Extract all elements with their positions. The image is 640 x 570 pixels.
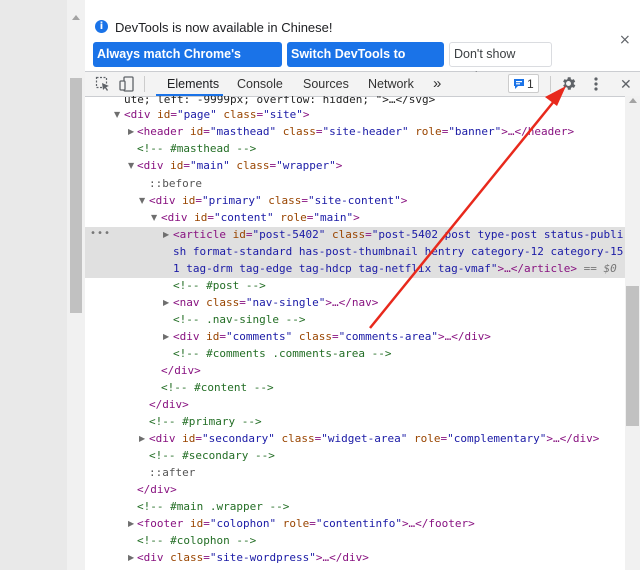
collapsed-triangle-icon[interactable]: ▶ <box>163 298 169 307</box>
language-infobar: i DevTools is now available in Chinese! … <box>85 0 640 86</box>
elements-scrollbar-thumb[interactable] <box>626 286 639 426</box>
toolbar-separator <box>550 76 551 92</box>
inspect-element-icon[interactable] <box>95 76 111 92</box>
collapsed-triangle-icon[interactable]: ▶ <box>163 332 169 341</box>
tree-line[interactable]: <nav class="nav-single">…</nav> <box>173 294 378 311</box>
infobar-close-icon[interactable]: × <box>619 32 631 48</box>
tree-comment[interactable]: <!-- #content --> <box>161 379 274 396</box>
switch-to-chinese-button[interactable]: Switch DevTools to Chinese <box>287 42 444 86</box>
page-gutter <box>0 0 85 570</box>
issues-count: 1 <box>527 77 534 91</box>
more-tabs-icon[interactable]: » <box>433 75 441 92</box>
tab-sources[interactable]: Sources <box>303 77 349 91</box>
gear-icon[interactable] <box>560 75 577 92</box>
tab-network[interactable]: Network <box>368 77 414 91</box>
tree-comment[interactable]: <!-- #primary --> <box>149 413 262 430</box>
tree-line[interactable]: <header id="masthead" class="site-header… <box>137 123 574 140</box>
elements-scrollbar[interactable] <box>625 96 640 570</box>
page-background <box>0 0 67 570</box>
tab-elements[interactable]: Elements <box>167 77 219 91</box>
elements-tree: ••• ute; left: -9999px; overflow: hidden… <box>85 96 625 570</box>
more-options-icon[interactable] <box>590 76 602 92</box>
tree-line[interactable]: <div id="primary" class="site-content"> <box>149 192 407 209</box>
collapsed-triangle-icon[interactable]: ▶ <box>128 127 134 136</box>
device-toolbar-icon[interactable] <box>119 76 135 92</box>
tree-line[interactable]: <footer id="colophon" role="contentinfo"… <box>137 515 475 532</box>
tree-line[interactable]: <div class="site-wordpress">…</div> <box>137 549 369 566</box>
tree-line[interactable]: <div id="main" class="wrapper"> <box>137 157 342 174</box>
expanded-triangle-icon[interactable]: ▼ <box>139 196 145 205</box>
page-scrollbar-thumb[interactable] <box>70 78 82 313</box>
collapsed-triangle-icon[interactable]: ▶ <box>163 230 169 239</box>
collapsed-triangle-icon[interactable]: ▶ <box>128 519 134 528</box>
devtools-close-icon[interactable]: ✕ <box>620 76 632 93</box>
tree-comment[interactable]: <!-- #comments .comments-area --> <box>173 345 392 362</box>
scroll-up-arrow-icon[interactable] <box>629 98 637 103</box>
scroll-up-arrow-icon[interactable] <box>72 15 80 20</box>
selected-article-node[interactable]: <article id="post-5402" class="post-5402… <box>173 226 623 243</box>
expanded-triangle-icon[interactable]: ▼ <box>128 161 134 170</box>
devtools-panel: i DevTools is now available in Chinese! … <box>85 0 640 570</box>
expanded-triangle-icon[interactable]: ▼ <box>114 110 120 119</box>
collapsed-triangle-icon[interactable]: ▶ <box>139 434 145 443</box>
issues-icon <box>514 79 524 89</box>
article-class-continuation[interactable]: sh format-standard has-post-thumbnail he… <box>173 243 623 260</box>
tree-closing-tag[interactable]: </div> <box>149 396 189 413</box>
devtools-toolbar: Elements Console Sources Network » 1 ✕ <box>85 72 640 97</box>
issues-badge[interactable]: 1 <box>508 74 539 93</box>
tree-closing-tag[interactable]: </div> <box>137 481 177 498</box>
infobar-message: DevTools is now available in Chinese! <box>115 20 333 35</box>
tree-line[interactable]: <div id="content" role="main"> <box>161 209 360 226</box>
tree-closing-tag[interactable]: </div> <box>161 362 201 379</box>
pseudo-element-after[interactable]: ::after <box>149 464 195 481</box>
article-class-continuation[interactable]: 1 tag-drm tag-edge tag-hdcp tag-netflix … <box>173 260 617 277</box>
tree-line[interactable]: <div id="comments" class="comments-area"… <box>173 328 491 345</box>
dont-show-again-button[interactable]: Don't show again <box>449 42 552 84</box>
tree-comment[interactable]: <!-- .nav-single --> <box>173 311 305 328</box>
selected-node-menu-icon[interactable]: ••• <box>90 228 111 239</box>
tree-comment[interactable]: <!-- #colophon --> <box>137 532 256 549</box>
tree-comment[interactable]: <!-- #masthead --> <box>137 140 256 157</box>
tree-line[interactable]: <div id="page" class="site"> <box>124 106 310 123</box>
info-icon: i <box>95 20 108 33</box>
match-language-button[interactable]: Always match Chrome's language <box>93 42 282 86</box>
tree-comment[interactable]: <!-- #secondary --> <box>149 447 275 464</box>
tree-comment[interactable]: <!-- #post --> <box>173 277 266 294</box>
tab-console[interactable]: Console <box>237 77 283 91</box>
pseudo-element-before[interactable]: ::before <box>149 175 202 192</box>
tree-comment[interactable]: <!-- #main .wrapper --> <box>137 498 289 515</box>
collapsed-triangle-icon[interactable]: ▶ <box>128 553 134 562</box>
tree-line[interactable]: <div id="secondary" class="widget-area" … <box>149 430 599 447</box>
expanded-triangle-icon[interactable]: ▼ <box>151 213 157 222</box>
toolbar-separator <box>144 76 145 92</box>
